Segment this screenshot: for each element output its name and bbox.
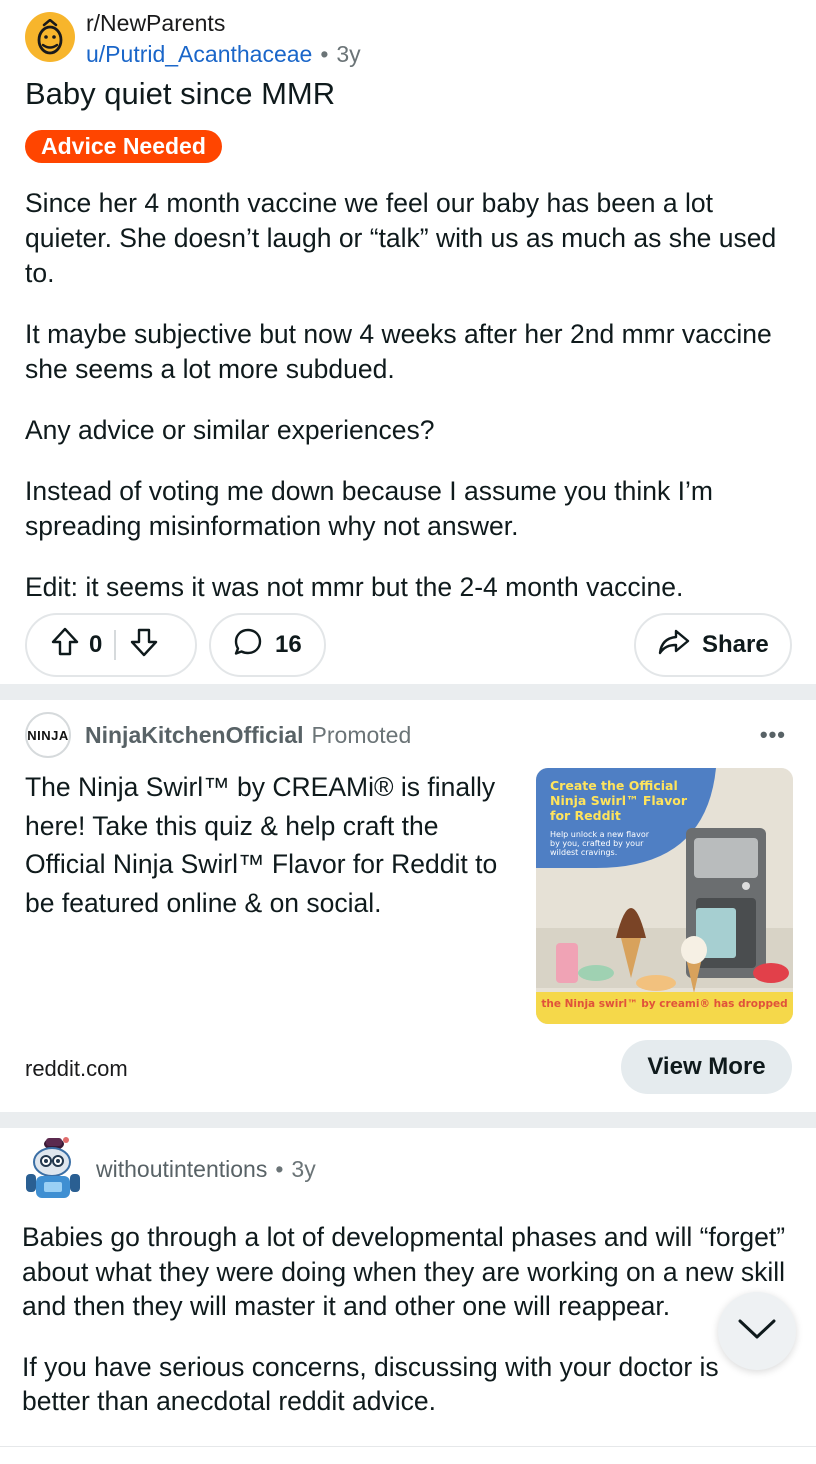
post-paragraph: Since her 4 month vaccine we feel our ba… <box>25 188 777 288</box>
meta-separator: • <box>275 1155 284 1182</box>
post-title: Baby quiet since MMR <box>25 76 336 111</box>
post-author[interactable]: u/Putrid_Acanthaceae <box>86 39 312 70</box>
comment-header: withoutintentions • 3y <box>22 1134 316 1204</box>
ad-image-headline: Create the Official Ninja Swirl™ Flavor … <box>550 778 688 823</box>
vote-count: 0 <box>89 631 103 658</box>
post-flair[interactable]: Advice Needed <box>25 130 222 163</box>
share-arrow-icon <box>658 628 690 663</box>
share-label: Share <box>702 631 769 658</box>
vote-divider <box>114 630 117 660</box>
comment-paragraph: Babies go through a lot of developmental… <box>22 1222 786 1321</box>
comment-paragraph: If you have serious concerns, discussing… <box>22 1351 719 1417</box>
comment-author[interactable]: withoutintentions <box>96 1156 267 1183</box>
post-paragraph: Edit: it seems it was not mmr but the 2-… <box>25 572 684 602</box>
bottom-edge <box>0 1446 816 1464</box>
ad-image-footer: the Ninja swirl™ by creami® has dropped <box>541 998 788 1010</box>
ad-image[interactable]: Create the Official Ninja Swirl™ Flavor … <box>536 768 793 1024</box>
ad-brand[interactable]: NinjaKitchenOfficial <box>85 722 304 749</box>
snoo-avatar-icon[interactable] <box>22 1134 82 1204</box>
section-divider <box>0 1112 816 1128</box>
view-more-button[interactable]: View More <box>621 1040 792 1094</box>
subreddit-baby-icon[interactable] <box>25 12 75 62</box>
ad-domain[interactable]: reddit.com <box>25 1056 128 1082</box>
post-age: 3y <box>336 41 361 67</box>
upvote-arrow-icon[interactable] <box>51 627 79 664</box>
share-button[interactable]: Share <box>634 613 792 677</box>
post: r/NewParents u/Putrid_Acanthaceae • 3y B… <box>0 0 816 684</box>
comments-button[interactable]: 16 <box>209 613 326 677</box>
post-actions: 0 16 Share <box>25 613 792 677</box>
comment-bubble-icon <box>233 627 263 664</box>
ad-text: The Ninja Swirl™ by CREAMi® is finally h… <box>25 772 498 918</box>
comment: withoutintentions • 3y Babies go through… <box>0 1128 816 1464</box>
more-options-icon[interactable]: ••• <box>760 722 786 748</box>
comment-body: Babies go through a lot of developmental… <box>22 1220 792 1445</box>
chevron-down-icon <box>737 1317 777 1346</box>
post-body: Since her 4 month vaccine we feel our ba… <box>25 186 800 631</box>
promoted-label: Promoted <box>311 721 412 748</box>
post-paragraph: Any advice or similar experiences? <box>25 415 435 445</box>
ninja-logo-icon[interactable]: NINJA <box>25 712 71 758</box>
comment-count: 16 <box>275 631 302 658</box>
scroll-down-button[interactable] <box>718 1292 796 1370</box>
promoted-post[interactable]: NINJA NinjaKitchenOfficial Promoted ••• … <box>0 700 816 1112</box>
post-paragraph: It maybe subjective but now 4 weeks afte… <box>25 319 772 384</box>
vote-control: 0 <box>25 613 197 677</box>
comment-age: 3y <box>291 1155 316 1182</box>
meta-separator: • <box>320 41 329 67</box>
downvote-arrow-icon[interactable] <box>130 627 158 664</box>
post-meta: r/NewParents u/Putrid_Acanthaceae • 3y <box>86 8 361 70</box>
ad-header: NINJA NinjaKitchenOfficial Promoted <box>25 712 411 758</box>
section-divider <box>0 684 816 700</box>
subreddit-name[interactable]: r/NewParents <box>86 8 361 39</box>
post-header: r/NewParents u/Putrid_Acanthaceae • 3y <box>25 8 361 70</box>
ad-image-subtext: Help unlock a new flavor by you, crafted… <box>550 830 649 857</box>
post-paragraph: Instead of voting me down because I assu… <box>25 476 713 541</box>
